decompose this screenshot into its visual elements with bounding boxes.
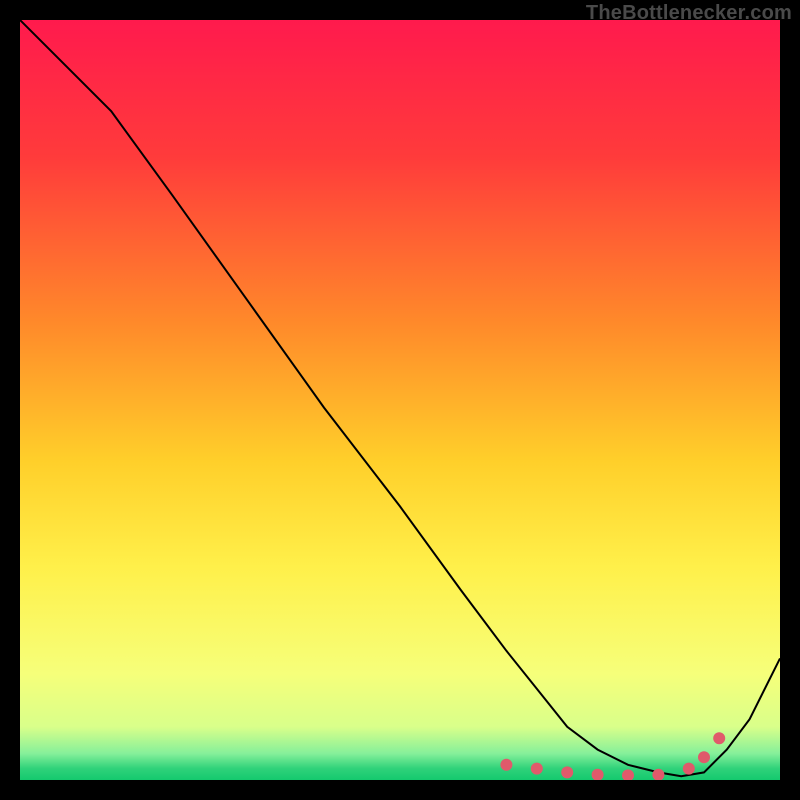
curve-marker <box>683 763 695 775</box>
curve-marker <box>713 732 725 744</box>
curve-marker <box>561 766 573 778</box>
curve-marker <box>531 763 543 775</box>
chart-svg <box>20 20 780 780</box>
curve-marker <box>500 759 512 771</box>
curve-marker <box>698 751 710 763</box>
plot-area <box>20 20 780 780</box>
gradient-background <box>20 20 780 780</box>
chart-stage: TheBottlenecker.com <box>0 0 800 800</box>
